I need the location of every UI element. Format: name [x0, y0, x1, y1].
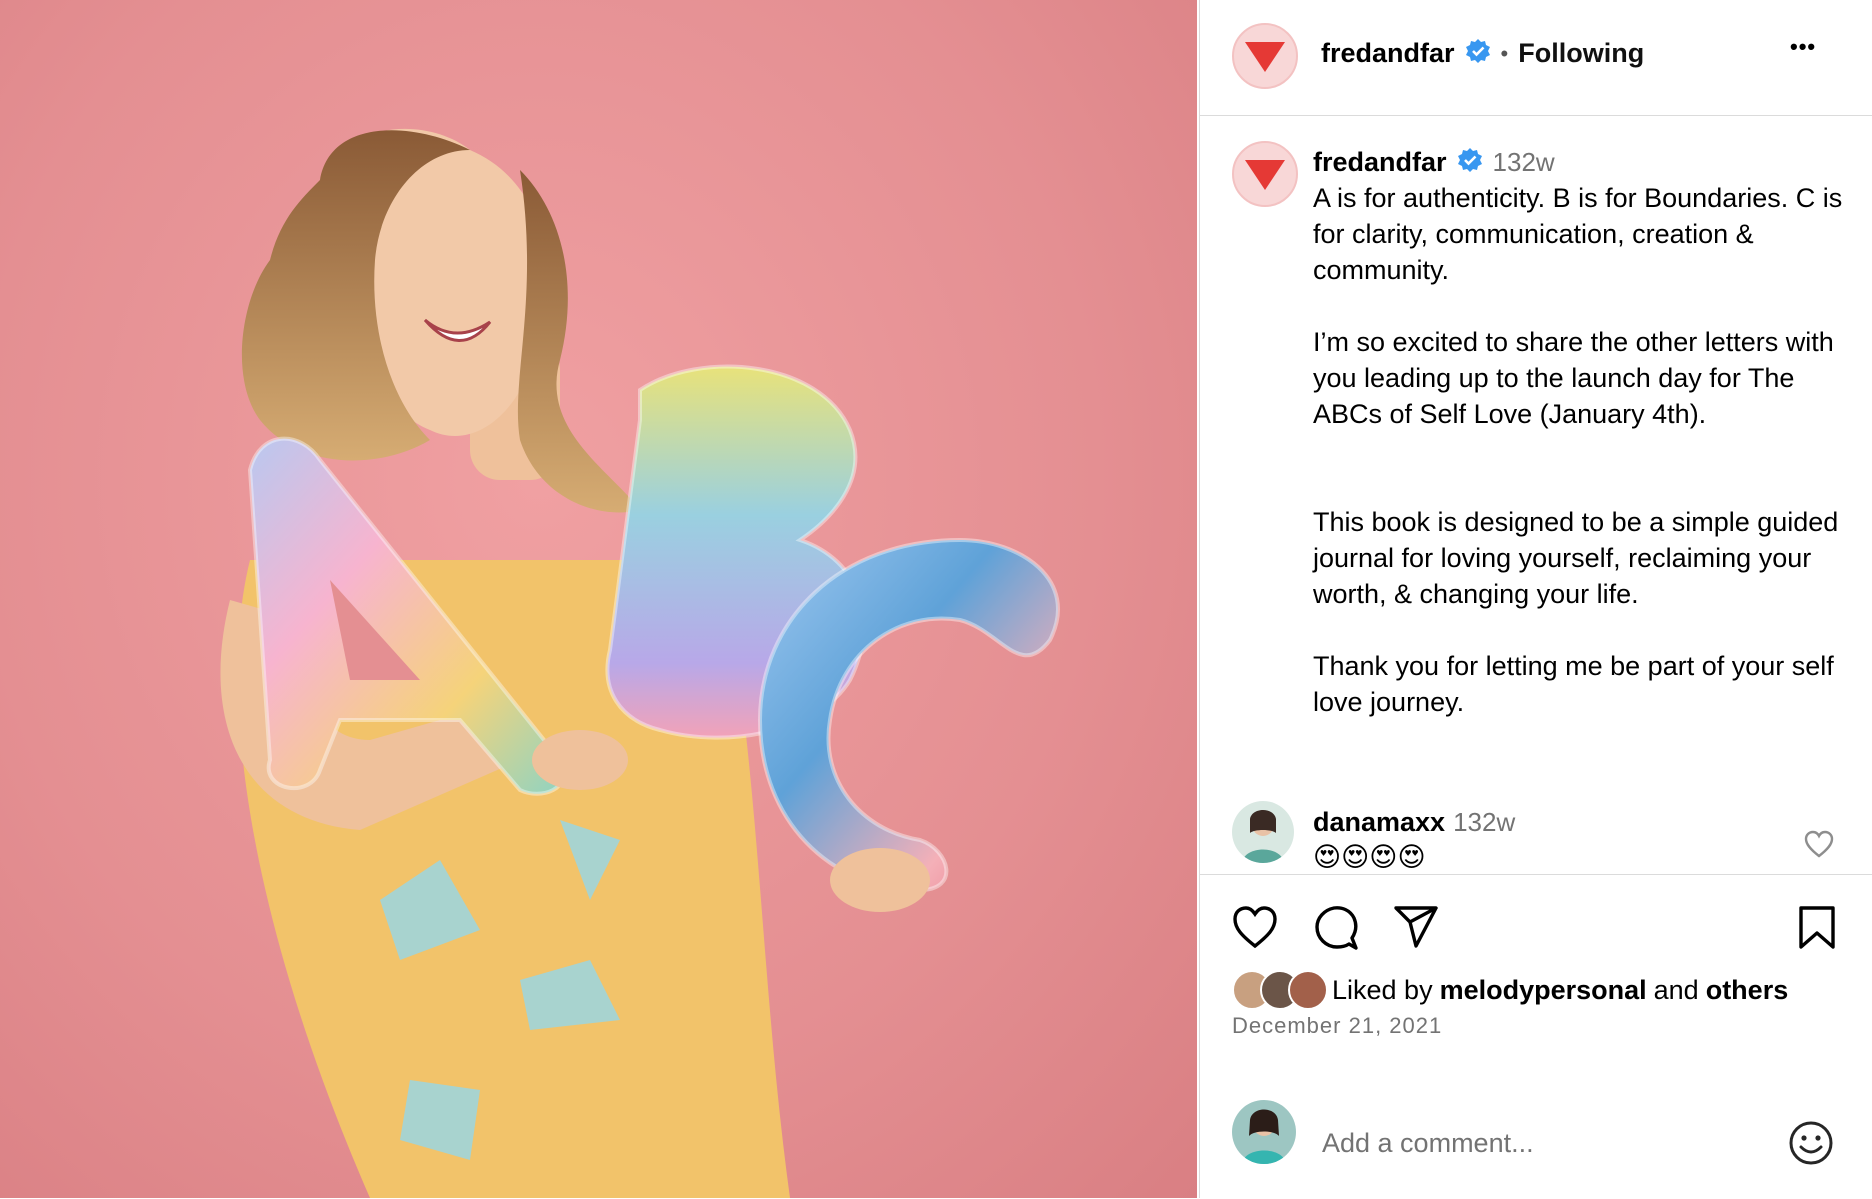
- caption-author-row: fredandfar 132w: [1313, 144, 1853, 180]
- liked-by-prefix: Liked by: [1332, 974, 1433, 1005]
- bookmark-icon: [1799, 906, 1835, 949]
- more-options-button[interactable]: •••: [1790, 34, 1816, 60]
- share-button[interactable]: [1393, 905, 1439, 954]
- post-header: fredandfar • Following •••: [1200, 0, 1872, 116]
- brand-triangle-icon: [1245, 160, 1285, 190]
- post-image[interactable]: [0, 0, 1197, 1198]
- liker-avatar: [1288, 970, 1328, 1010]
- post-photo-illustration: [220, 128, 1060, 1198]
- caption: fredandfar 132w A is for authenticity. B…: [1313, 144, 1853, 720]
- post-date[interactable]: December 21, 2021: [1232, 1013, 1442, 1039]
- comment-timestamp[interactable]: 132w: [1453, 807, 1515, 838]
- comment-bubble-icon: [1315, 906, 1358, 950]
- comment-username-link[interactable]: danamaxx: [1313, 807, 1445, 838]
- heart-outline-icon: [1233, 906, 1277, 949]
- author-avatar[interactable]: [1232, 23, 1298, 89]
- emoji-button[interactable]: [1788, 1120, 1834, 1171]
- comment-text: 😍😍😍😍: [1313, 842, 1426, 873]
- comment-like-button[interactable]: [1804, 830, 1834, 863]
- liked-by-user-link[interactable]: melodypersonal: [1440, 975, 1647, 1006]
- more-options-icon: •••: [1790, 34, 1817, 59]
- current-user-avatar[interactable]: [1232, 1100, 1296, 1164]
- save-button[interactable]: [1797, 905, 1837, 956]
- paper-plane-icon: [1394, 906, 1438, 948]
- add-comment-bar: [1200, 1090, 1872, 1198]
- header-author-row: fredandfar • Following: [1321, 38, 1644, 69]
- liked-by-row: Liked by melodypersonal and others: [1232, 970, 1788, 1010]
- caption-timestamp[interactable]: 132w: [1493, 147, 1555, 178]
- commenter-avatar[interactable]: [1232, 801, 1294, 863]
- comment-input[interactable]: [1320, 1120, 1744, 1166]
- post-details-panel: fredandfar • Following ••• fredandfar 13…: [1199, 0, 1872, 1198]
- heart-outline-icon: [1804, 830, 1834, 858]
- likes-others-link[interactable]: others: [1706, 975, 1789, 1006]
- liker-avatars[interactable]: [1232, 970, 1332, 1010]
- smiley-face-icon: [1789, 1121, 1833, 1165]
- caption-username-link[interactable]: fredandfar: [1313, 147, 1447, 178]
- comment-button[interactable]: [1313, 905, 1359, 956]
- header-separator: •: [1500, 40, 1509, 66]
- liked-by-conjunction: and: [1653, 974, 1699, 1005]
- header-username-link[interactable]: fredandfar: [1321, 38, 1455, 69]
- brand-triangle-icon: [1245, 42, 1285, 72]
- comments-section[interactable]: fredandfar 132w A is for authenticity. B…: [1200, 116, 1872, 874]
- following-button[interactable]: Following: [1518, 38, 1644, 69]
- caption-text: A is for authenticity. B is for Boundari…: [1313, 183, 1843, 717]
- verified-badge-icon: [1457, 147, 1483, 178]
- comment-body: danamaxx 132w 😍😍😍😍: [1313, 804, 1793, 874]
- verified-badge-icon: [1465, 38, 1491, 69]
- caption-avatar[interactable]: [1232, 141, 1298, 207]
- like-button[interactable]: [1232, 905, 1278, 954]
